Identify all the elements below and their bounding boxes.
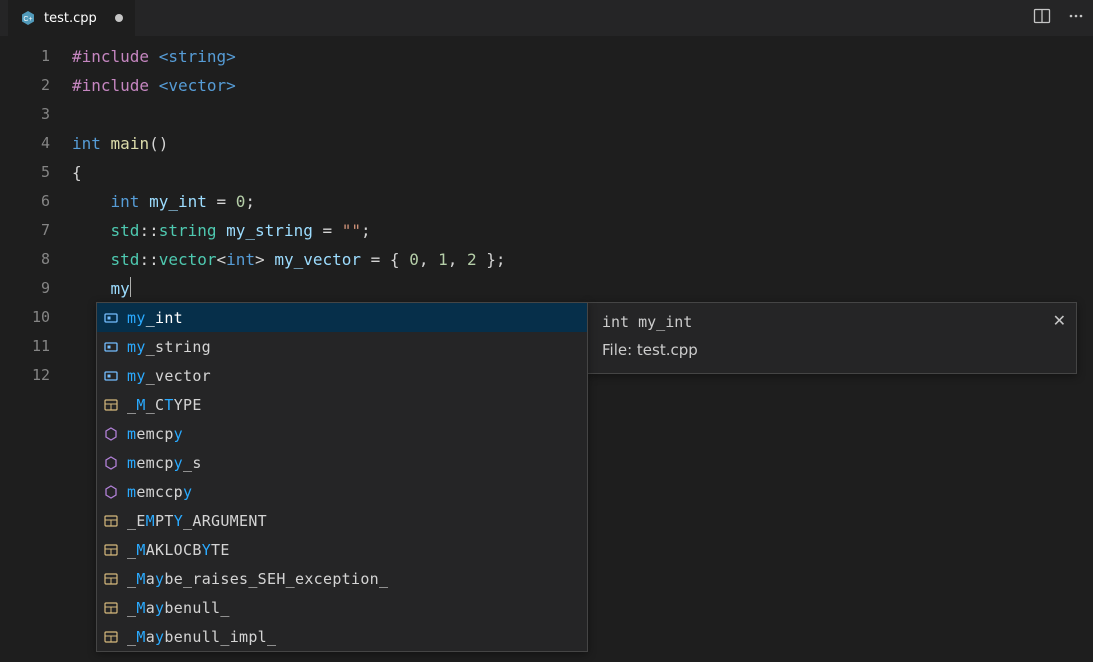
suggestion-item[interactable]: _Maybe_raises_SEH_exception_	[97, 564, 587, 593]
code-line: int my_int = 0;	[72, 187, 1093, 216]
method-icon	[103, 455, 119, 471]
suggestion-item[interactable]: _Maybenull_	[97, 593, 587, 622]
suggestion-label: memcpy_s	[127, 454, 202, 472]
line-number-gutter: 123456789101112	[0, 42, 72, 390]
suggestion-label: _M_CTYPE	[127, 396, 202, 414]
dirty-indicator-icon	[115, 14, 123, 22]
line-number: 7	[0, 216, 50, 245]
suggestion-item[interactable]: memcpy_s	[97, 448, 587, 477]
suggestion-item[interactable]: _EMPTY_ARGUMENT	[97, 506, 587, 535]
split-editor-icon[interactable]	[1033, 7, 1051, 29]
suggestion-item[interactable]: my_vector	[97, 361, 587, 390]
code-line: my	[72, 274, 1093, 303]
code-line: #include <string>	[72, 42, 1093, 71]
more-actions-icon[interactable]	[1067, 7, 1085, 29]
variable-icon	[103, 310, 119, 326]
line-number: 4	[0, 129, 50, 158]
suggestion-item[interactable]: _MAKLOCBYTE	[97, 535, 587, 564]
variable-icon	[103, 368, 119, 384]
editor-title-actions	[1033, 0, 1085, 36]
autocomplete-detail-panel: ✕ int my_int File: test.cpp	[587, 302, 1077, 374]
svg-text:C+: C+	[23, 16, 32, 23]
suggestion-item[interactable]: _M_CTYPE	[97, 390, 587, 419]
suggestion-label: my_int	[127, 309, 183, 327]
suggestion-label: my_string	[127, 338, 211, 356]
line-number: 9	[0, 274, 50, 303]
suggestion-label: my_vector	[127, 367, 211, 385]
close-icon[interactable]: ✕	[1053, 311, 1066, 330]
line-number: 3	[0, 100, 50, 129]
const-icon	[103, 513, 119, 529]
method-icon	[103, 484, 119, 500]
line-number: 11	[0, 332, 50, 361]
line-number: 1	[0, 42, 50, 71]
suggestion-label: _Maybenull_	[127, 599, 230, 617]
tab-filename: test.cpp	[44, 11, 97, 26]
line-number: 6	[0, 187, 50, 216]
suggestion-signature: int my_int	[602, 313, 1062, 331]
suggestion-label: _Maybe_raises_SEH_exception_	[127, 570, 388, 588]
code-line	[72, 100, 1093, 129]
suggestion-label: _Maybenull_impl_	[127, 628, 276, 646]
line-number: 12	[0, 361, 50, 390]
code-line: {	[72, 158, 1093, 187]
suggestion-item[interactable]: _Maybenull_impl_	[97, 622, 587, 651]
suggestion-label: _EMPTY_ARGUMENT	[127, 512, 267, 530]
suggestion-label: memccpy	[127, 483, 192, 501]
editor-tab[interactable]: C+ test.cpp	[8, 0, 135, 36]
code-line: std::string my_string = "";	[72, 216, 1093, 245]
const-icon	[103, 571, 119, 587]
variable-icon	[103, 339, 119, 355]
suggestion-item[interactable]: my_int	[97, 303, 587, 332]
code-line: std::vector<int> my_vector = { 0, 1, 2 }…	[72, 245, 1093, 274]
const-icon	[103, 600, 119, 616]
line-number: 10	[0, 303, 50, 332]
suggestion-item[interactable]: my_string	[97, 332, 587, 361]
autocomplete-popup[interactable]: my_int my_string my_vector _M_CTYPEmemcpy me…	[96, 302, 588, 652]
suggestion-item[interactable]: memccpy	[97, 477, 587, 506]
const-icon	[103, 542, 119, 558]
suggestion-item[interactable]: memcpy	[97, 419, 587, 448]
suggestion-label: _MAKLOCBYTE	[127, 541, 230, 559]
line-number: 2	[0, 71, 50, 100]
suggestion-file: File: test.cpp	[602, 341, 1062, 359]
method-icon	[103, 426, 119, 442]
cpp-file-icon: C+	[20, 10, 36, 26]
const-icon	[103, 397, 119, 413]
code-line: int main()	[72, 129, 1093, 158]
tab-bar: C+ test.cpp	[0, 0, 1093, 36]
suggestion-label: memcpy	[127, 425, 183, 443]
text-cursor	[130, 277, 132, 297]
code-line: #include <vector>	[72, 71, 1093, 100]
line-number: 8	[0, 245, 50, 274]
const-icon	[103, 629, 119, 645]
line-number: 5	[0, 158, 50, 187]
